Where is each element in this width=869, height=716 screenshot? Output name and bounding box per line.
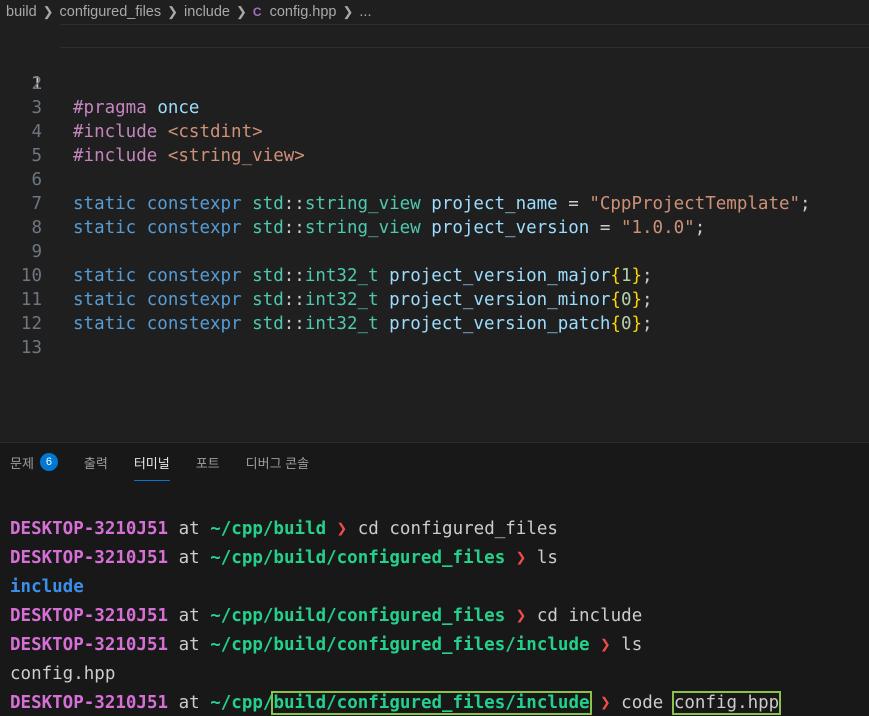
breadcrumb-item-config-hpp[interactable]: config.hpp <box>270 4 337 20</box>
code-line[interactable]: 3 #include <cstdint> <box>0 72 869 142</box>
bottom-panel: 문제 6 출력 터미널 포트 디버그 콘솔 DESKTOP-3210J51 at… <box>0 442 869 716</box>
line-number: 13 <box>20 338 42 358</box>
terminal-line: DESKTOP-3210J51 at ~/cpp/build/configure… <box>10 631 865 660</box>
terminal-line: config.hpp <box>10 660 865 689</box>
tab-output[interactable]: 출력 <box>84 443 108 481</box>
prompt-host: DESKTOP-3210J51 <box>10 519 169 539</box>
prompt-path-highlighted: build/configured_files/include <box>271 691 592 715</box>
chevron-right-icon: ❯ <box>342 4 354 19</box>
code-line[interactable]: 5 <box>0 120 869 166</box>
terminal-command: ls <box>621 635 643 655</box>
terminal-line: DESKTOP-3210J51 at ~/cpp/build/configure… <box>10 602 865 631</box>
terminal-command: cd configured_files <box>357 519 558 539</box>
code-line[interactable]: 9 static constexpr std::int32_t project_… <box>0 216 869 286</box>
terminal-line: include <box>10 573 865 602</box>
chevron-right-icon: ❯ <box>167 4 179 19</box>
code-line[interactable]: 8 <box>0 192 869 238</box>
terminal-line: DESKTOP-3210J51 at ~/cpp/build ❯ cd conf… <box>10 515 865 544</box>
terminal-output-file: config.hpp <box>10 664 116 684</box>
prompt-host: DESKTOP-3210J51 <box>10 606 169 626</box>
tab-problems[interactable]: 문제 6 <box>10 443 58 481</box>
tab-label: 문제 <box>10 455 34 471</box>
prompt-at: at <box>178 693 200 713</box>
tab-terminal[interactable]: 터미널 <box>133 443 170 481</box>
tab-ports[interactable]: 포트 <box>196 443 220 481</box>
terminal-output-dir: include <box>10 577 84 597</box>
code-line[interactable]: 12 <box>0 288 869 334</box>
current-line-highlight <box>60 24 869 48</box>
code-line[interactable]: 11 static constexpr std::int32_t project… <box>0 264 869 334</box>
terminal-line: DESKTOP-3210J51 at ~/cpp/build/configure… <box>10 689 865 716</box>
tab-label: 포트 <box>195 455 220 471</box>
prompt-path: ~/cpp/build <box>210 519 327 539</box>
prompt-arrow-icon: ❯ <box>515 606 527 626</box>
terminal-output[interactable]: DESKTOP-3210J51 at ~/cpp/build ❯ cd conf… <box>10 515 865 716</box>
code-line[interactable]: 13 <box>0 312 869 358</box>
tab-label: 출력 <box>83 455 108 471</box>
chevron-right-icon: ❯ <box>42 4 54 19</box>
terminal-command: ls <box>536 548 558 568</box>
prompt-path: ~/cpp/build/configured_files <box>210 606 506 626</box>
panel-tabs: 문제 6 출력 터미널 포트 디버그 콘솔 <box>0 443 335 481</box>
breadcrumb-item-configured-files[interactable]: configured_files <box>60 4 162 20</box>
prompt-at: at <box>178 519 200 539</box>
prompt-path: ~/cpp/build/configured_files/include <box>210 635 590 655</box>
code-line[interactable]: 4 #include <string_view> <box>0 96 869 166</box>
breadcrumb-item-include[interactable]: include <box>184 4 230 20</box>
prompt-path-prefix: ~/cpp/ <box>210 693 274 713</box>
prompt-at: at <box>178 548 200 568</box>
prompt-arrow-icon: ❯ <box>600 635 611 655</box>
prompt-arrow-icon: ❯ <box>515 548 527 568</box>
chevron-right-icon: ❯ <box>235 4 247 19</box>
prompt-arrow-icon: ❯ <box>600 693 611 713</box>
terminal-command: cd include <box>536 606 643 626</box>
tab-debug-console[interactable]: 디버그 콘솔 <box>246 443 309 481</box>
code-line[interactable]: 1 #pragma once <box>0 24 869 118</box>
terminal-line: DESKTOP-3210J51 at ~/cpp/build/configure… <box>10 544 865 573</box>
terminal-command: code <box>621 693 664 713</box>
prompt-at: at <box>178 635 200 655</box>
prompt-at: at <box>178 606 200 626</box>
cpp-file-icon: C <box>252 5 262 19</box>
breadcrumb-item-build[interactable]: build <box>6 4 37 20</box>
breadcrumb: build ❯ configured_files ❯ include ❯ C c… <box>0 0 869 24</box>
code-editor[interactable]: 1 #pragma once 2 3 #include <cstdint> 4 … <box>0 24 869 442</box>
code-line[interactable]: 6 static constexpr std::string_view proj… <box>0 144 869 214</box>
tab-label: 디버그 콘솔 <box>245 455 310 471</box>
prompt-host: DESKTOP-3210J51 <box>10 635 169 655</box>
problems-count-badge: 6 <box>39 453 58 471</box>
breadcrumb-item-more[interactable]: ... <box>359 4 371 20</box>
prompt-arrow-icon: ❯ <box>336 519 348 539</box>
terminal-command-arg-highlighted: config.hpp <box>671 691 782 715</box>
prompt-host: DESKTOP-3210J51 <box>10 548 169 568</box>
tab-label: 터미널 <box>133 455 170 471</box>
prompt-path: ~/cpp/build/configured_files <box>210 548 506 568</box>
code-line[interactable]: 2 <box>0 48 869 94</box>
prompt-host: DESKTOP-3210J51 <box>10 693 169 713</box>
code-line[interactable]: 10 static constexpr std::int32_t project… <box>0 240 869 310</box>
code-line[interactable]: 7 static constexpr std::string_view proj… <box>0 168 869 238</box>
